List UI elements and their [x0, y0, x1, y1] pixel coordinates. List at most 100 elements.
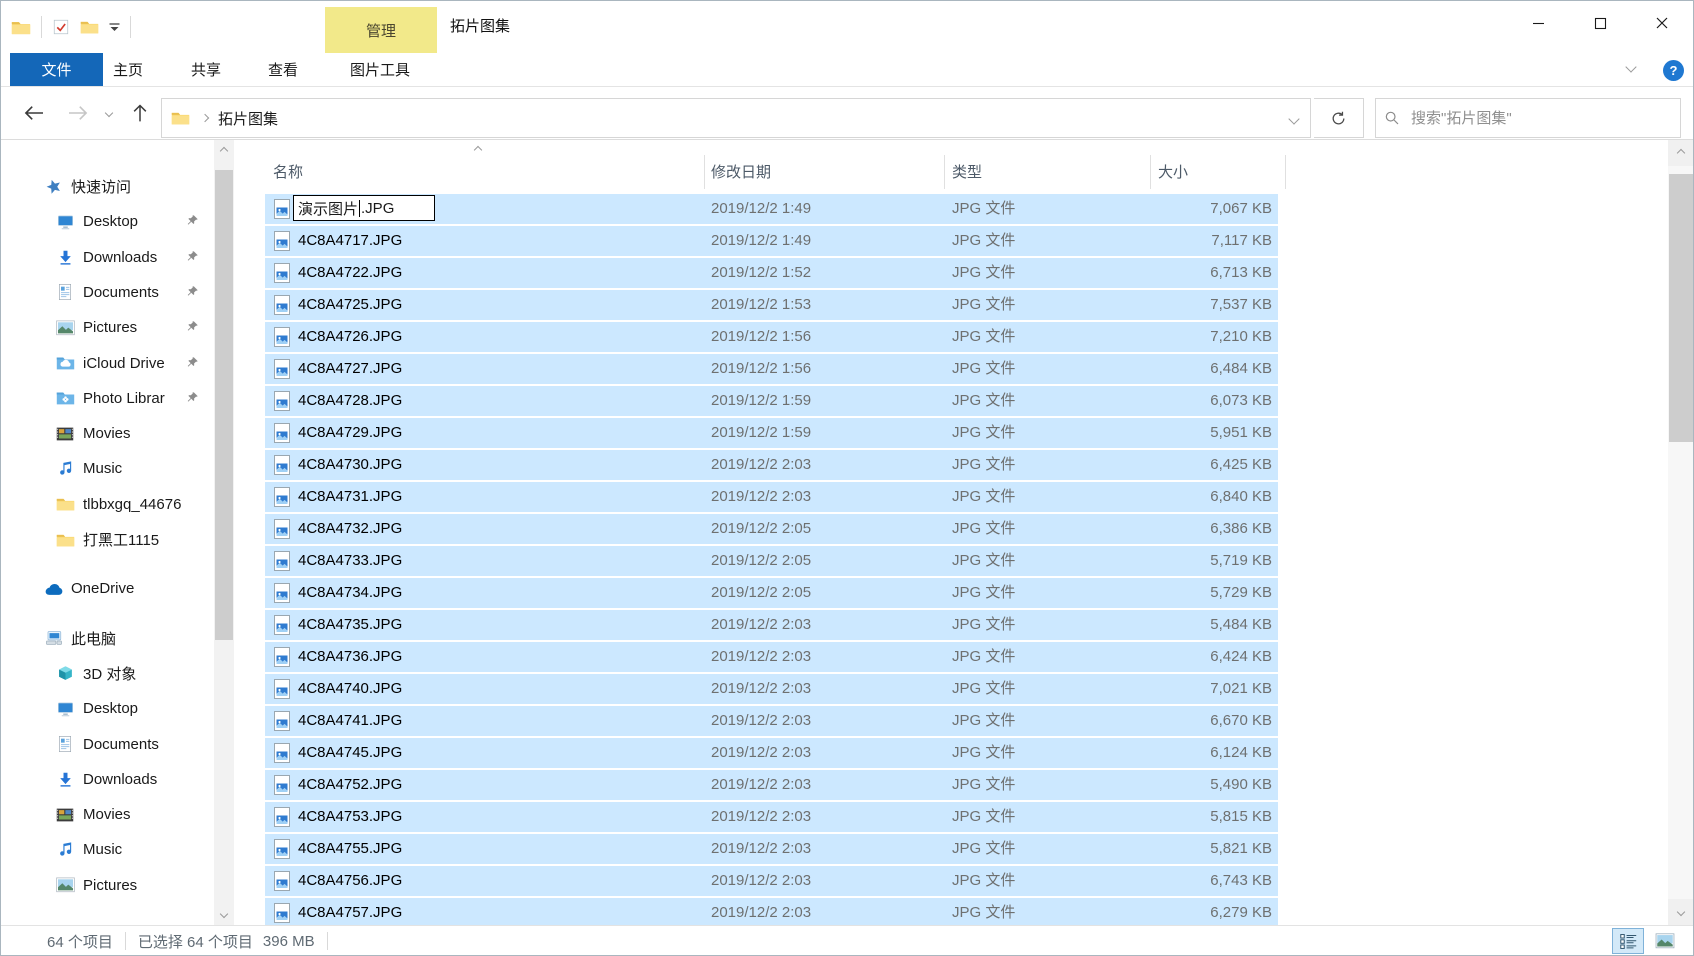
- sidebar-item-快速访问[interactable]: 快速访问: [1, 170, 214, 203]
- list-scrollbar[interactable]: [1668, 140, 1694, 925]
- chevron-down-icon: [105, 109, 113, 117]
- sidebar-item-icloud-drive[interactable]: iCloud Drive: [1, 347, 214, 380]
- jpg-file-icon: [274, 647, 290, 667]
- sidebar-item-music[interactable]: Music: [1, 833, 214, 866]
- file-row[interactable]: 4C8A4752.JPG2019/12/2 2:03JPG 文件5,490 KB: [265, 770, 1278, 800]
- sidebar-item-onedrive[interactable]: OneDrive: [1, 572, 214, 605]
- column-separator[interactable]: [704, 155, 705, 189]
- breadcrumb-folder[interactable]: 拓片图集: [218, 108, 278, 129]
- qat-dropdown-icon[interactable]: [109, 23, 120, 32]
- file-row[interactable]: 4C8A4757.JPG2019/12/2 2:03JPG 文件6,279 KB: [265, 898, 1278, 925]
- column-header-name[interactable]: 名称: [273, 161, 303, 182]
- file-name: 4C8A4735.JPG: [298, 610, 402, 640]
- file-row[interactable]: 4C8A4736.JPG2019/12/2 2:03JPG 文件6,424 KB: [265, 642, 1278, 672]
- scrollbar-thumb[interactable]: [1669, 174, 1693, 442]
- sidebar-item-3d-对象[interactable]: 3D 对象: [1, 657, 214, 690]
- file-row[interactable]: 4C8A4728.JPG2019/12/2 1:59JPG 文件6,073 KB: [265, 386, 1278, 416]
- file-row[interactable]: 4C8A4753.JPG2019/12/2 2:03JPG 文件5,815 KB: [265, 802, 1278, 832]
- forward-button[interactable]: [59, 87, 97, 139]
- recent-locations-dropdown[interactable]: [97, 87, 121, 139]
- sidebar-item-movies[interactable]: Movies: [1, 798, 214, 831]
- column-separator[interactable]: [1150, 155, 1151, 189]
- tab-picture-tools[interactable]: 图片工具: [331, 53, 429, 86]
- ribbon-tabs: 文件 主页 共享 查看 图片工具: [1, 53, 1693, 87]
- jpg-file-icon: [274, 391, 290, 411]
- file-size: 6,124 KB: [1210, 738, 1272, 768]
- column-header-size[interactable]: 大小: [1158, 161, 1188, 182]
- sidebar-item-downloads[interactable]: Downloads: [1, 763, 214, 796]
- column-separator[interactable]: [944, 155, 945, 189]
- sidebar-item-pictures[interactable]: Pictures: [1, 311, 214, 344]
- file-row[interactable]: 4C8A4726.JPG2019/12/2 1:56JPG 文件7,210 KB: [265, 322, 1278, 352]
- sidebar-item-打黑工1115[interactable]: 打黑工1115: [1, 523, 214, 556]
- text-caret: [359, 200, 360, 217]
- scrollbar-thumb[interactable]: [215, 170, 233, 640]
- file-row[interactable]: 4C8A4740.JPG2019/12/2 2:03JPG 文件7,021 KB: [265, 674, 1278, 704]
- refresh-button[interactable]: [1314, 98, 1364, 138]
- back-button[interactable]: [15, 87, 53, 139]
- file-name: 4C8A4756.JPG: [298, 866, 402, 896]
- address-bar[interactable]: 拓片图集: [161, 98, 1311, 138]
- sidebar-item-movies[interactable]: Movies: [1, 417, 214, 450]
- scroll-up-button[interactable]: [214, 140, 234, 162]
- sidebar-item-desktop[interactable]: Desktop: [1, 692, 214, 725]
- help-button[interactable]: ?: [1663, 60, 1684, 81]
- sidebar-item-pictures[interactable]: Pictures: [1, 869, 214, 902]
- sidebar-item-photo-librar[interactable]: Photo Librar: [1, 382, 214, 415]
- sidebar-item-此电脑[interactable]: 此电脑: [1, 622, 214, 655]
- file-row[interactable]: 4C8A4727.JPG2019/12/2 1:56JPG 文件6,484 KB: [265, 354, 1278, 384]
- maximize-button[interactable]: [1569, 1, 1631, 45]
- sidebar-item-tlbbxgq-44676[interactable]: tlbbxgq_44676: [1, 488, 214, 521]
- thumbnails-view-button[interactable]: [1649, 928, 1681, 954]
- file-row[interactable]: 4C8A4741.JPG2019/12/2 2:03JPG 文件6,670 KB: [265, 706, 1278, 736]
- file-type: JPG 文件: [952, 226, 1015, 256]
- rename-input[interactable]: 演示图片.JPG: [293, 195, 435, 221]
- file-row[interactable]: 4C8A4722.JPG2019/12/2 1:52JPG 文件6,713 KB: [265, 258, 1278, 288]
- file-row[interactable]: 4C8A4733.JPG2019/12/2 2:05JPG 文件5,719 KB: [265, 546, 1278, 576]
- file-row[interactable]: 4C8A4717.JPG2019/12/2 1:49JPG 文件7,117 KB: [265, 226, 1278, 256]
- tab-view[interactable]: 查看: [254, 53, 312, 86]
- file-row[interactable]: 4C8A4729.JPG2019/12/2 1:59JPG 文件5,951 KB: [265, 418, 1278, 448]
- sidebar-scrollbar[interactable]: [214, 140, 234, 925]
- file-row[interactable]: 4C8A4731.JPG2019/12/2 2:03JPG 文件6,840 KB: [265, 482, 1278, 512]
- column-separator[interactable]: [1285, 155, 1286, 189]
- tab-file[interactable]: 文件: [10, 53, 103, 86]
- file-name: 4C8A4717.JPG: [298, 226, 402, 256]
- breadcrumb-chevron-icon[interactable]: [201, 114, 209, 122]
- search-input[interactable]: [1409, 109, 1672, 128]
- file-row[interactable]: 4C8A4730.JPG2019/12/2 2:03JPG 文件6,425 KB: [265, 450, 1278, 480]
- file-row[interactable]: 4C8A4734.JPG2019/12/2 2:05JPG 文件5,729 KB: [265, 578, 1278, 608]
- file-row[interactable]: 4C8A4755.JPG2019/12/2 2:03JPG 文件5,821 KB: [265, 834, 1278, 864]
- file-row[interactable]: 演示图片.JPG2019/12/2 1:49JPG 文件7,067 KB: [265, 194, 1278, 224]
- sidebar-item-documents[interactable]: Documents: [1, 276, 214, 309]
- search-box[interactable]: [1375, 98, 1681, 138]
- scroll-up-button[interactable]: [1668, 140, 1694, 166]
- properties-check-icon[interactable]: [52, 18, 70, 36]
- objects-3d-icon: [54, 665, 76, 682]
- scroll-down-button[interactable]: [214, 903, 234, 925]
- scroll-down-button[interactable]: [1668, 899, 1694, 925]
- details-view-button[interactable]: [1612, 928, 1644, 954]
- file-date-modified: 2019/12/2 1:53: [711, 290, 811, 320]
- sidebar-item-music[interactable]: Music: [1, 452, 214, 485]
- sidebar-item-downloads[interactable]: Downloads: [1, 241, 214, 274]
- address-dropdown-icon[interactable]: [1288, 113, 1299, 124]
- file-row[interactable]: 4C8A4756.JPG2019/12/2 2:03JPG 文件6,743 KB: [265, 866, 1278, 896]
- file-date-modified: 2019/12/2 1:49: [711, 194, 811, 224]
- tab-share[interactable]: 共享: [177, 53, 235, 86]
- sidebar-item-desktop[interactable]: Desktop: [1, 205, 214, 238]
- up-button[interactable]: [121, 87, 159, 139]
- file-row[interactable]: 4C8A4745.JPG2019/12/2 2:03JPG 文件6,124 KB: [265, 738, 1278, 768]
- tab-home[interactable]: 主页: [99, 53, 157, 86]
- file-name: 4C8A4731.JPG: [298, 482, 402, 512]
- file-row[interactable]: 4C8A4725.JPG2019/12/2 1:53JPG 文件7,537 KB: [265, 290, 1278, 320]
- file-name: 4C8A4755.JPG: [298, 834, 402, 864]
- file-row[interactable]: 4C8A4735.JPG2019/12/2 2:03JPG 文件5,484 KB: [265, 610, 1278, 640]
- minimize-button[interactable]: [1507, 1, 1569, 45]
- file-row[interactable]: 4C8A4732.JPG2019/12/2 2:05JPG 文件6,386 KB: [265, 514, 1278, 544]
- sidebar-item-documents[interactable]: Documents: [1, 728, 214, 761]
- close-button[interactable]: [1631, 1, 1693, 45]
- column-header-date-modified[interactable]: 修改日期: [711, 161, 771, 182]
- column-header-type[interactable]: 类型: [952, 161, 982, 182]
- new-folder-icon[interactable]: [80, 19, 99, 35]
